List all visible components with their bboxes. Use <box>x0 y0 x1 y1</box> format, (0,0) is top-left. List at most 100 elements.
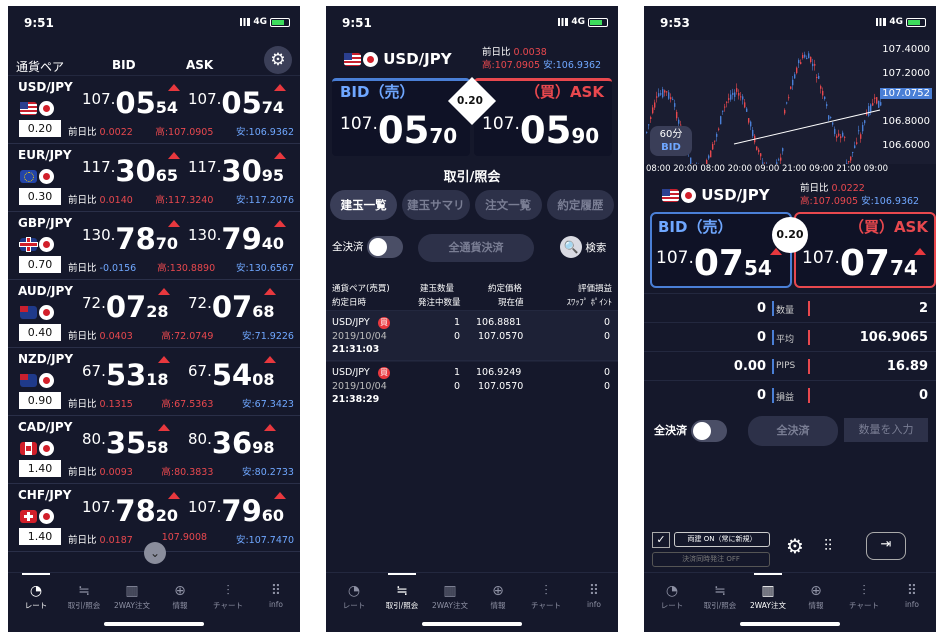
bid-price[interactable]: 130.7870 <box>82 220 181 256</box>
pair-title[interactable]: USD/JPY <box>662 186 770 204</box>
candle-body <box>660 93 662 95</box>
tab-twoway[interactable]: ▥ 2WAY注文 <box>108 583 156 611</box>
close-all-toggle[interactable] <box>690 420 727 442</box>
pair-title[interactable]: USD/JPY <box>344 50 452 68</box>
tab-trade[interactable]: ≒ 取引/照会 <box>60 583 108 611</box>
info-globe-icon: ⊕ <box>810 583 822 599</box>
rate-info: 前日比 0.0187 107.9008 安:107.7470 <box>68 532 294 546</box>
pair-label: NZD/JPY <box>18 352 74 366</box>
ask-price[interactable]: 130.7940 <box>188 220 287 256</box>
ask-price[interactable]: 72.0768 <box>188 288 277 324</box>
candle-body <box>738 92 740 96</box>
bid-price[interactable]: 72.0728 <box>82 288 171 324</box>
rate-row[interactable]: CAD/JPY 1.40 80.3558 80.3698 前日比 0.0093 … <box>8 416 300 484</box>
tab-rate[interactable]: ◔ レート <box>12 573 60 611</box>
tab-position-summary[interactable]: 建玉サマリ <box>402 190 470 220</box>
simultaneous-close-button[interactable]: 決済同時発注 OFF <box>652 552 770 567</box>
y-tick: 107.4000 <box>882 44 930 55</box>
rate-info: 前日比 -0.0156 高:130.8890 安:130.6567 <box>68 260 294 274</box>
settings-gear-icon[interactable]: ⚙ <box>264 46 292 74</box>
buy-side-value: 16.89 <box>886 359 928 374</box>
grid-icon: ⠿ <box>588 583 600 599</box>
rate-row[interactable]: GBP/JPY 0.70 130.7870 130.7940 前日比 -0.01… <box>8 212 300 280</box>
quantity-input[interactable]: 数量を入力 <box>844 418 928 442</box>
spread-box: 0.40 <box>19 324 61 341</box>
tab-info-globe[interactable]: ⊕ 情報 <box>792 583 840 611</box>
ask-price[interactable]: 67.5408 <box>188 356 277 392</box>
pair-flags <box>20 234 54 253</box>
price-up-icon <box>274 220 287 227</box>
ask-price[interactable]: 107.0574 <box>188 84 287 120</box>
tab-info-globe[interactable]: ⊕ 情報 <box>474 583 522 611</box>
tab-twoway[interactable]: ▥ 2WAY注文 <box>744 573 792 611</box>
ask-price[interactable]: 117.3095 <box>188 152 287 188</box>
pair-flags <box>20 506 54 525</box>
tab-rate[interactable]: ◔ レート <box>330 583 378 611</box>
close-all-toggle[interactable] <box>366 236 403 258</box>
bid-sell-button[interactable]: BID（売） 107.0754 <box>650 212 792 288</box>
y-tick: 106.6000 <box>882 140 930 151</box>
candle-body <box>712 144 714 150</box>
bid-sell-button[interactable]: BID（売） 107.0570 <box>332 78 470 156</box>
candle-body <box>856 142 858 144</box>
tab-grid[interactable]: ⠿ info <box>888 583 936 609</box>
tab-positions[interactable]: 建玉一覧 <box>330 190 398 220</box>
hedge-on-button[interactable]: 両建 ON（常に新規） <box>674 532 770 547</box>
bid-price[interactable]: 107.0554 <box>82 84 181 120</box>
ask-marker <box>808 388 810 403</box>
checkbox-checked-icon[interactable]: ✓ <box>652 532 670 548</box>
tab-chart[interactable]: ⫶ チャート <box>522 583 570 611</box>
close-all-button[interactable]: 全決済 <box>748 416 838 446</box>
candle-body <box>756 146 758 150</box>
bid-price[interactable]: 67.5318 <box>82 356 171 392</box>
tab-twoway[interactable]: ▥ 2WAY注文 <box>426 583 474 611</box>
candle-body <box>796 67 798 74</box>
scroll-down-icon[interactable]: ⌄ <box>144 542 166 564</box>
candle-body <box>786 102 788 104</box>
bid-price[interactable]: 117.3065 <box>82 152 181 188</box>
close-all-pairs-button[interactable]: 全通貨決済 <box>418 234 534 262</box>
high-price: 高:67.5363 <box>161 399 214 410</box>
ask-buy-button[interactable]: （買）ASK 107.0774 <box>794 212 936 288</box>
position-row[interactable]: USD/JPY 買 2019/10/04 21:38:29 1 0 106.92… <box>326 360 618 412</box>
tab-grid[interactable]: ⠿ info <box>570 583 618 609</box>
switch-layout-icon[interactable]: ⇥ <box>866 532 906 560</box>
rate-row[interactable]: EUR/JPY 0.30 117.3065 117.3095 前日比 0.014… <box>8 144 300 212</box>
tab-grid[interactable]: ⠿ info <box>252 583 300 609</box>
stats-label: PIPS <box>776 361 796 371</box>
rate-row[interactable]: AUD/JPY 0.40 72.0728 72.0768 前日比 0.0403 … <box>8 280 300 348</box>
jp-flag-icon <box>39 373 54 388</box>
tab-trade[interactable]: ≒ 取引/照会 <box>378 573 426 611</box>
position-row[interactable]: USD/JPY 買 2019/10/04 21:31:03 1 0 106.88… <box>326 310 618 362</box>
daily-change: 0.0140 <box>99 195 133 206</box>
tab-chart[interactable]: ⫶ チャート <box>204 583 252 611</box>
candle-toggle-icon[interactable]: ⫶⫶ <box>824 536 832 556</box>
candle-body <box>864 120 866 124</box>
ask-price[interactable]: 80.3698 <box>188 424 277 460</box>
rate-row[interactable]: USD/JPY 0.20 107.0554 107.0574 前日比 0.002… <box>8 76 300 144</box>
tab-trade[interactable]: ≒ 取引/照会 <box>696 583 744 611</box>
bid-price[interactable]: 80.3558 <box>82 424 171 460</box>
tab-orders[interactable]: 注文一覧 <box>474 190 542 220</box>
search-icon: 🔍 <box>560 236 582 258</box>
clock: 9:51 <box>342 16 372 30</box>
spread-box: 0.90 <box>19 392 61 409</box>
tab-rate[interactable]: ◔ レート <box>648 583 696 611</box>
sell-side-value: 0 <box>756 301 766 316</box>
jp-flag-icon <box>39 237 54 252</box>
tab-execution-history[interactable]: 約定履歴 <box>546 190 614 220</box>
candle-body <box>862 124 864 132</box>
tab-chart[interactable]: ⫶ チャート <box>840 583 888 611</box>
tab-info-globe[interactable]: ⊕ 情報 <box>156 583 204 611</box>
ask-price[interactable]: 107.7960 <box>188 492 287 528</box>
pair-column-header: 通貨ペア <box>16 60 65 74</box>
chart-icon: ⫶ <box>544 583 548 599</box>
timeframe-button[interactable]: 60分 BID <box>650 126 692 156</box>
rate-row[interactable]: NZD/JPY 0.90 67.5318 67.5408 前日比 0.1315 … <box>8 348 300 416</box>
search-button[interactable]: 🔍 検索 <box>560 236 606 258</box>
trade-icon: ≒ <box>396 583 408 599</box>
ask-buy-button[interactable]: （買）ASK 107.0590 <box>474 78 612 156</box>
candle-body <box>822 90 824 96</box>
settings-gear-icon[interactable]: ⚙ <box>786 534 804 558</box>
bid-price[interactable]: 107.7820 <box>82 492 181 528</box>
